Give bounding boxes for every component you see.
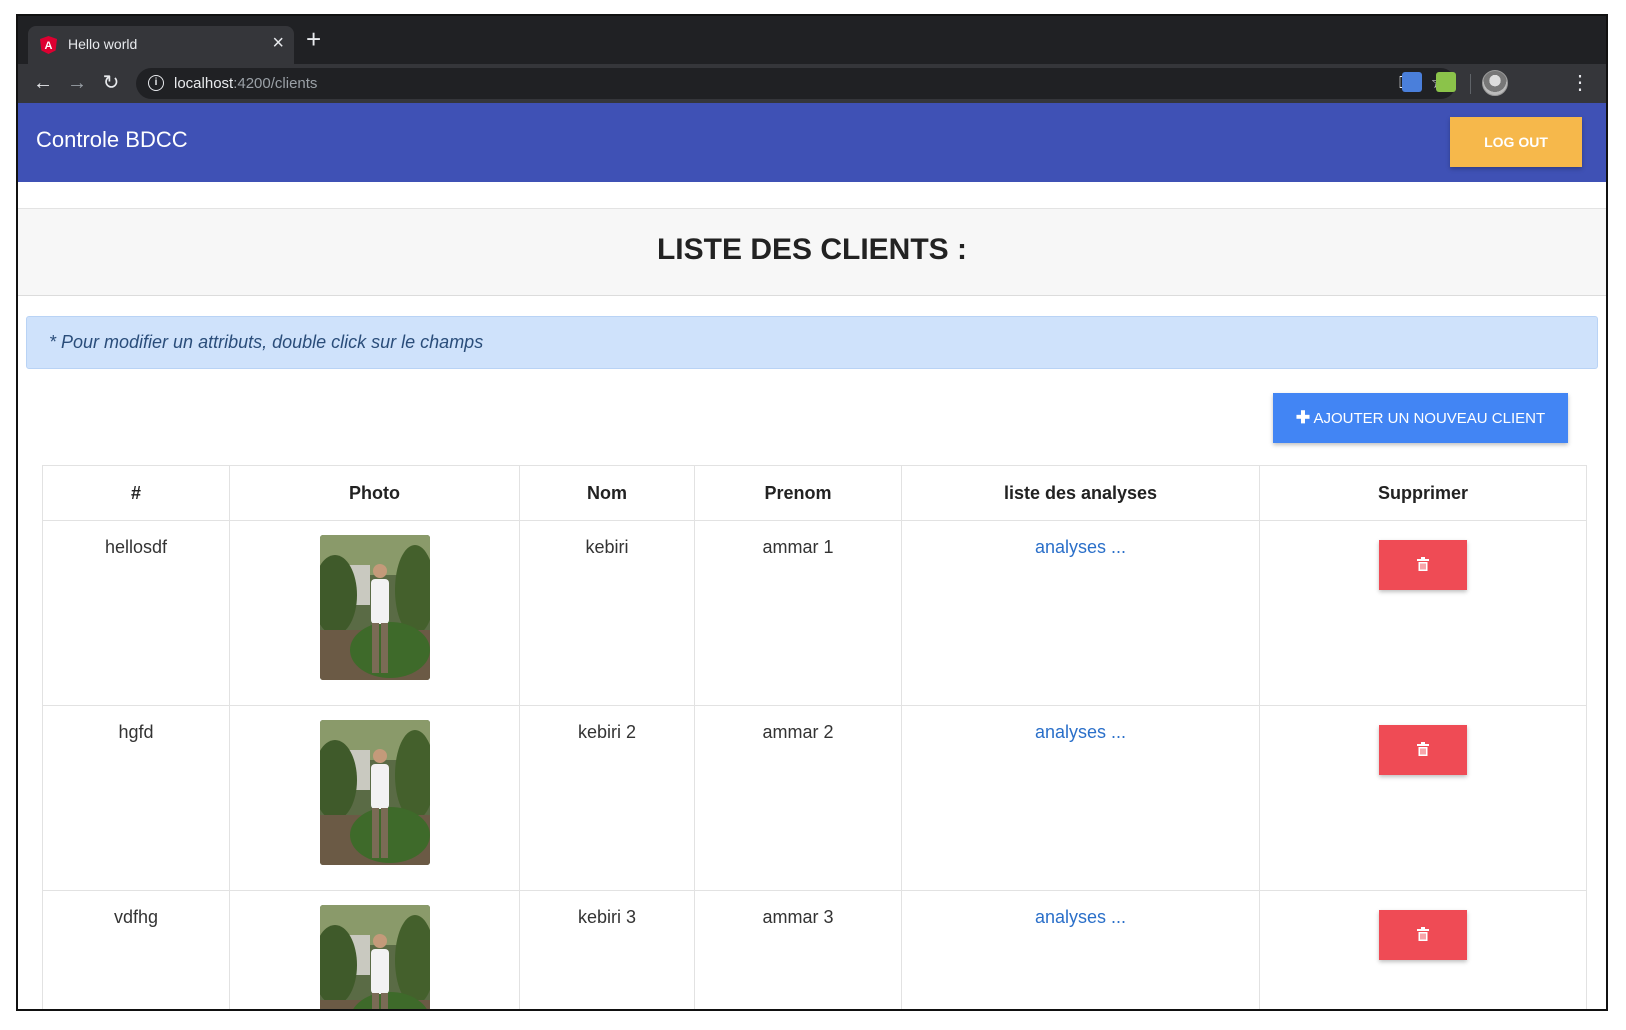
- cell-id[interactable]: vdfhg: [42, 890, 230, 1009]
- delete-button[interactable]: [1379, 725, 1467, 775]
- add-client-label: AJOUTER UN NOUVEAU CLIENT: [1313, 410, 1546, 427]
- column-header-id: #: [42, 465, 230, 521]
- table-header-row: # Photo Nom Prenom liste des analyses Su…: [42, 465, 1587, 521]
- more-menu-icon[interactable]: ⋮: [1570, 70, 1590, 95]
- cell-analyses: analyses ...: [901, 705, 1260, 891]
- info-icon[interactable]: i: [148, 75, 164, 91]
- column-header-prenom: Prenom: [694, 465, 902, 521]
- cell-supprimer: [1259, 520, 1587, 706]
- cell-photo: [229, 705, 520, 891]
- toolbar-separator: [1470, 74, 1471, 94]
- cell-nom[interactable]: kebiri: [519, 520, 695, 706]
- cell-analyses: analyses ...: [901, 890, 1260, 1009]
- client-photo[interactable]: [319, 905, 430, 1009]
- column-header-photo: Photo: [229, 465, 520, 521]
- profile-avatar[interactable]: [1482, 70, 1508, 96]
- address-bar[interactable]: i localhost:4200/clients ⚿ ☆: [136, 68, 1456, 99]
- table-row: hgfd kebiri 2 ammar 2 analyses ...: [42, 705, 1587, 891]
- angular-icon: A: [40, 36, 57, 54]
- cell-prenom[interactable]: ammar 1: [694, 520, 902, 706]
- cell-id[interactable]: hgfd: [42, 705, 230, 891]
- translate-extension-icon[interactable]: [1402, 72, 1422, 92]
- browser-toolbar: ← → ↻ i localhost:4200/clients ⚿ ☆ ⋮: [18, 64, 1606, 103]
- page-title: LISTE DES CLIENTS :: [656, 233, 968, 266]
- cell-analyses: analyses ...: [901, 520, 1260, 706]
- info-alert-text: * Pour modifier un attributs, double cli…: [49, 332, 484, 352]
- column-header-analyses: liste des analyses: [901, 465, 1260, 521]
- cell-prenom[interactable]: ammar 3: [694, 890, 902, 1009]
- client-photo-image: [319, 905, 430, 1009]
- analyses-link[interactable]: analyses ...: [1035, 907, 1126, 927]
- client-photo-image: [319, 535, 430, 680]
- cell-id[interactable]: hellosdf: [42, 520, 230, 706]
- analyses-link[interactable]: analyses ...: [1035, 537, 1126, 557]
- delete-button[interactable]: [1379, 910, 1467, 960]
- app-header: Controle BDCC LOG OUT: [18, 103, 1606, 182]
- mail-extension-icon[interactable]: [1436, 72, 1456, 92]
- client-photo-image: [319, 720, 430, 865]
- back-arrow-icon[interactable]: ←: [30, 70, 56, 96]
- logout-button[interactable]: LOG OUT: [1450, 117, 1582, 167]
- cell-nom[interactable]: kebiri 3: [519, 890, 695, 1009]
- trash-icon: [1417, 557, 1429, 571]
- cell-photo: [229, 520, 520, 706]
- url-path: :4200/clients: [233, 75, 318, 92]
- url-host: localhost: [174, 75, 234, 92]
- browser-window: A Hello world × + ← → ↻ i localhost:4200…: [16, 14, 1608, 1011]
- cell-supprimer: [1259, 705, 1587, 891]
- table-row: vdfhg kebiri 3 ammar 3 analyses ...: [42, 890, 1587, 1009]
- plus-icon: ✚: [1295, 408, 1311, 427]
- cell-nom[interactable]: kebiri 2: [519, 705, 695, 891]
- analyses-link[interactable]: analyses ...: [1035, 722, 1126, 742]
- browser-tab[interactable]: A Hello world ×: [28, 26, 294, 64]
- reload-icon[interactable]: ↻: [98, 70, 124, 96]
- app-brand[interactable]: Controle BDCC: [36, 127, 188, 153]
- forward-arrow-icon[interactable]: →: [64, 70, 90, 96]
- tab-bar: A Hello world × +: [18, 16, 1606, 64]
- new-tab-icon[interactable]: +: [306, 26, 321, 52]
- column-header-nom: Nom: [519, 465, 695, 521]
- tab-title: Hello world: [68, 36, 138, 52]
- delete-button[interactable]: [1379, 540, 1467, 590]
- add-client-button[interactable]: ✚ AJOUTER UN NOUVEAU CLIENT: [1273, 393, 1568, 443]
- page-header: LISTE DES CLIENTS :: [18, 208, 1606, 296]
- svg-text:A: A: [45, 40, 53, 52]
- info-alert: * Pour modifier un attributs, double cli…: [26, 316, 1598, 369]
- url-text: localhost:4200/clients: [174, 75, 317, 92]
- cell-supprimer: [1259, 890, 1587, 1009]
- clients-table: # Photo Nom Prenom liste des analyses Su…: [42, 465, 1587, 1009]
- trash-icon: [1417, 927, 1429, 941]
- cell-prenom[interactable]: ammar 2: [694, 705, 902, 891]
- column-header-supprimer: Supprimer: [1259, 465, 1587, 521]
- trash-icon: [1417, 742, 1429, 756]
- cell-photo: [229, 890, 520, 1009]
- close-tab-icon[interactable]: ×: [272, 32, 284, 55]
- client-photo[interactable]: [319, 720, 430, 865]
- table-row: hellosdf kebiri ammar 1 analyses ...: [42, 520, 1587, 706]
- client-photo[interactable]: [319, 535, 430, 680]
